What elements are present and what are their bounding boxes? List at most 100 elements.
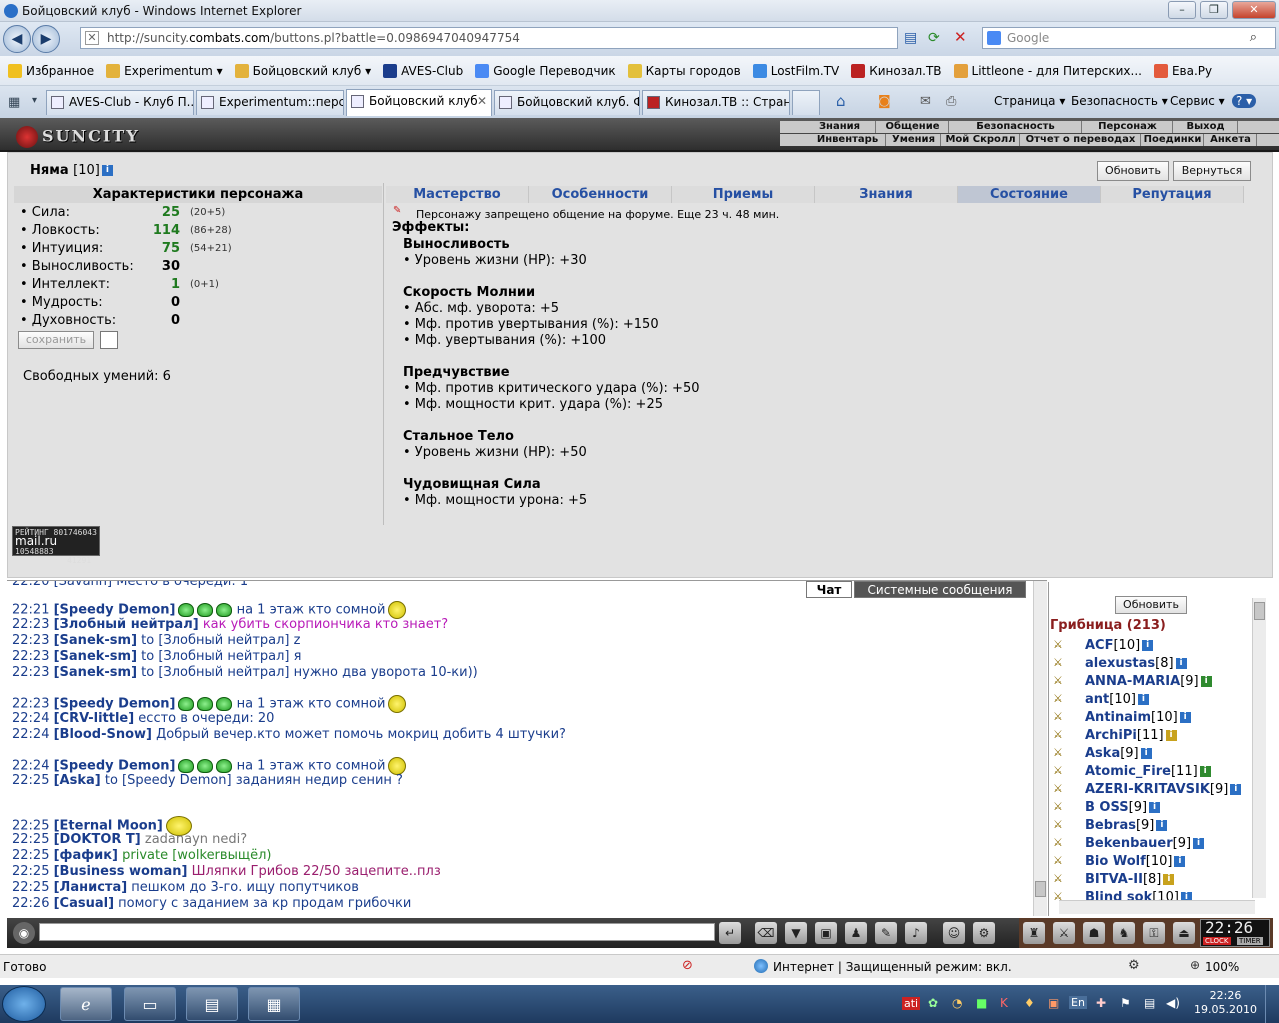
- tray-icon[interactable]: ✚: [1096, 996, 1106, 1010]
- user-name[interactable]: ant: [1085, 692, 1109, 707]
- maximize-button[interactable]: ❐: [1200, 1, 1228, 19]
- mailru-counter[interactable]: РЕЙТИНГ 801746043 mail.ru 10548883 41291: [12, 526, 100, 565]
- user-name[interactable]: Atomic_Fire: [1085, 764, 1171, 779]
- menu-communication[interactable]: Общение: [877, 121, 949, 133]
- favorites-button[interactable]: Избранное: [8, 63, 94, 78]
- chat-time[interactable]: 22:23: [12, 697, 49, 712]
- system-clock[interactable]: 22:26 19.05.2010: [1194, 989, 1257, 1017]
- user-info-icon[interactable]: i: [1199, 766, 1211, 777]
- tab-mastery[interactable]: Мастерство: [386, 186, 529, 203]
- user-item[interactable]: ant[10] i: [1085, 692, 1149, 707]
- chat-nick[interactable]: [Злобный нейтрал]: [54, 617, 199, 632]
- new-tab-button[interactable]: [792, 90, 820, 115]
- menu-skills[interactable]: Умения: [887, 134, 941, 146]
- eraser-icon[interactable]: ⌫: [755, 922, 777, 944]
- tray-icon[interactable]: ✿: [928, 996, 938, 1010]
- user-name[interactable]: Bekenbauer: [1085, 836, 1173, 851]
- fight-icon[interactable]: ⚔: [1053, 872, 1073, 886]
- tray-icon[interactable]: ■: [976, 996, 987, 1010]
- userlist-refresh-button[interactable]: Обновить: [1115, 596, 1187, 614]
- status-tool-icon[interactable]: ⚙: [1128, 958, 1140, 973]
- user-info-icon[interactable]: i: [1142, 640, 1154, 651]
- print-icon[interactable]: ⎙: [946, 94, 956, 109]
- fight-icon[interactable]: ⚔: [1053, 728, 1073, 742]
- settings-icon[interactable]: ⚙: [973, 922, 995, 944]
- back-button[interactable]: Вернуться: [1173, 161, 1251, 181]
- quick-tabs-icon[interactable]: ▦: [8, 95, 20, 110]
- user-item[interactable]: Antinaim[10] i: [1085, 710, 1191, 725]
- task-calculator-icon[interactable]: ▦: [248, 987, 300, 1021]
- sword-icon[interactable]: ⚔: [1053, 922, 1075, 944]
- mail-icon[interactable]: ✉: [920, 94, 931, 109]
- user-info-icon[interactable]: i: [1163, 874, 1175, 885]
- chat-time[interactable]: 22:21: [12, 603, 49, 618]
- stop-icon[interactable]: ✕: [954, 28, 967, 46]
- user-info-icon[interactable]: i: [1200, 676, 1212, 687]
- page-menu[interactable]: Страница ▾: [994, 94, 1065, 108]
- user-item[interactable]: Bekenbauer[9] i: [1085, 836, 1205, 851]
- tab-system-messages[interactable]: Системные сообщения: [854, 581, 1026, 598]
- chat-nick[interactable]: [Speedy Demon]: [54, 603, 176, 618]
- user-name[interactable]: ACF: [1085, 638, 1113, 653]
- start-button[interactable]: [2, 986, 46, 1022]
- user-info-icon[interactable]: i: [1174, 856, 1186, 867]
- chat-scroll-thumb[interactable]: [1035, 881, 1046, 897]
- chat-time[interactable]: 22:25: [12, 832, 49, 847]
- user-info-icon[interactable]: i: [1156, 820, 1168, 831]
- fav-item[interactable]: Бойцовский клуб ▾: [234, 63, 371, 78]
- tray-ati-icon[interactable]: ati: [902, 997, 921, 1010]
- help-menu[interactable]: ? ▾: [1232, 94, 1257, 108]
- fight-icon[interactable]: ⚔: [1053, 854, 1073, 868]
- user-info-icon[interactable]: i: [1140, 748, 1152, 759]
- compat-icon[interactable]: ▤: [904, 30, 917, 46]
- volume-icon[interactable]: ◀): [1166, 996, 1180, 1010]
- user-item[interactable]: AZERI-KRITAVSIK[9] i: [1085, 782, 1242, 797]
- fav-item[interactable]: Littleone - для Питерских...: [953, 63, 1142, 78]
- user-info-icon[interactable]: i: [1193, 838, 1205, 849]
- task-explorer-icon[interactable]: ▭: [124, 987, 176, 1021]
- language-indicator[interactable]: En: [1069, 996, 1087, 1009]
- chat-time[interactable]: 22:25: [12, 773, 49, 788]
- tab-chat[interactable]: Чат: [806, 581, 852, 598]
- menu-character[interactable]: Персонаж: [1083, 121, 1173, 133]
- chat-nick[interactable]: [DOKTOR T]: [54, 832, 141, 847]
- user-info-icon[interactable]: i: [1165, 730, 1177, 741]
- fav-item[interactable]: Кинозал.ТВ: [851, 63, 942, 78]
- chat-nick[interactable]: [Business woman]: [54, 864, 188, 879]
- zoom-level[interactable]: 100%: [1205, 960, 1239, 974]
- clan-icon[interactable]: ☗: [1083, 922, 1105, 944]
- refresh-icon[interactable]: ⟳: [928, 30, 940, 46]
- network-icon[interactable]: ▤: [1144, 996, 1155, 1010]
- user-item[interactable]: B OSS[9] i: [1085, 800, 1161, 815]
- fight-icon[interactable]: ⚔: [1053, 800, 1073, 814]
- tray-icon[interactable]: ▣: [1048, 996, 1059, 1010]
- chat-time[interactable]: 22:23: [12, 633, 49, 648]
- chat-time[interactable]: 22:25: [12, 880, 49, 895]
- refresh-button[interactable]: Обновить: [1097, 161, 1169, 181]
- tab-features[interactable]: Особенности: [529, 186, 672, 203]
- minimize-button[interactable]: –: [1168, 1, 1196, 19]
- service-menu[interactable]: Сервис ▾: [1170, 94, 1225, 108]
- menu-exit[interactable]: Выход: [1174, 121, 1238, 133]
- menu-transfers[interactable]: Отчет о переводах: [1021, 134, 1141, 146]
- sound-icon[interactable]: ♪: [905, 922, 927, 944]
- user-info-icon[interactable]: i: [1175, 658, 1187, 669]
- search-input[interactable]: Google ⌕: [982, 27, 1276, 49]
- show-desktop-button[interactable]: [1265, 985, 1279, 1023]
- chat-time[interactable]: 22:25: [12, 864, 49, 879]
- user-name[interactable]: ArchiPi: [1085, 728, 1137, 743]
- exit-icon[interactable]: ⏏: [1173, 922, 1195, 944]
- user-name[interactable]: alexustas: [1085, 656, 1155, 671]
- chat-nick[interactable]: [Speedy Demon]: [54, 697, 176, 712]
- fight-icon[interactable]: ⚔: [1053, 746, 1073, 760]
- fight-icon[interactable]: ⚔: [1053, 764, 1073, 778]
- userlist-scrollbar[interactable]: [1252, 598, 1266, 898]
- user-item[interactable]: BITVA-II[8] i: [1085, 872, 1175, 887]
- user-info-icon[interactable]: i: [1137, 694, 1149, 705]
- chat-nick[interactable]: [фафик]: [54, 848, 118, 863]
- fav-item[interactable]: Карты городов: [627, 63, 741, 78]
- user-name[interactable]: BITVA-II: [1085, 872, 1143, 887]
- chat-time[interactable]: 22:26: [12, 896, 49, 911]
- user-name[interactable]: Aska: [1085, 746, 1120, 761]
- fav-item[interactable]: Ева.Ру: [1153, 63, 1212, 78]
